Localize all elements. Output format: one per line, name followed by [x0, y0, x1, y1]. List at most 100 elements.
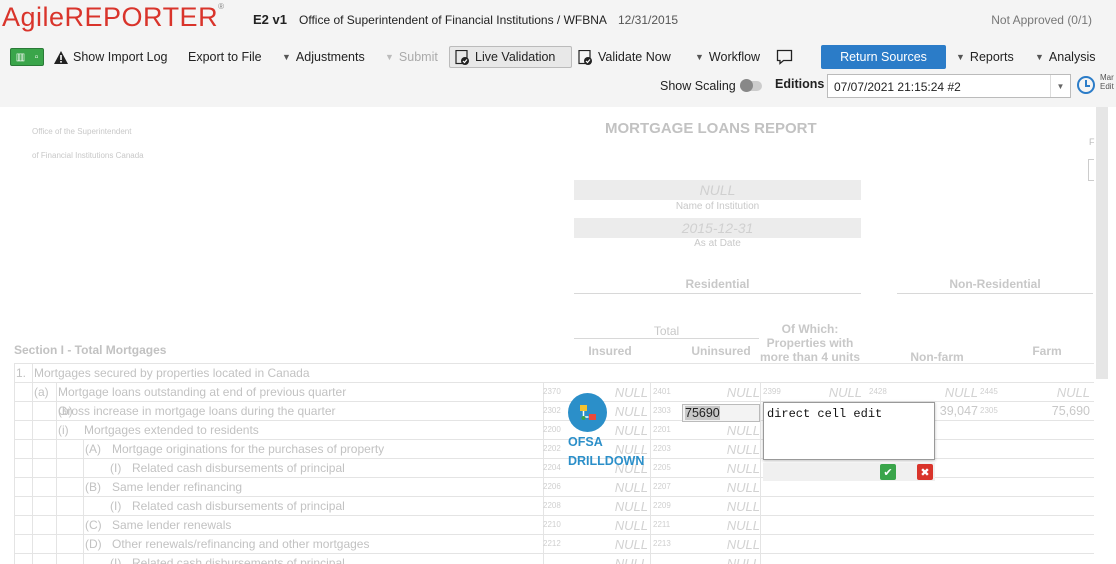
side-fragment: F: [1089, 137, 1095, 147]
field-code: 2200: [543, 425, 561, 434]
cell-value[interactable]: NULL: [1057, 385, 1090, 400]
field-code: 2401: [653, 387, 671, 396]
side-field[interactable]: [1088, 159, 1094, 181]
farm-header: Farm: [1032, 344, 1062, 358]
cell-value[interactable]: 39,047: [940, 404, 978, 418]
caret-down-icon: ▼: [956, 52, 965, 62]
submit-menu[interactable]: ▼ Submit: [385, 49, 438, 65]
live-validation-button[interactable]: Live Validation: [455, 49, 555, 65]
form-header-line1: Office of the Superintendent: [32, 127, 132, 136]
cell-value[interactable]: NULL: [615, 537, 648, 552]
vertical-scrollbar[interactable]: [1096, 107, 1108, 379]
period-end: 12/31/2015: [618, 13, 679, 27]
row-number: (I): [110, 499, 122, 513]
field-code: 2370: [543, 387, 561, 396]
cell-value[interactable]: NULL: [615, 385, 648, 400]
editions-selected-value: 07/07/2021 21:15:24 #2: [834, 80, 961, 94]
app-logo: AgileREPORTER®: [2, 2, 225, 32]
return-sources-button[interactable]: Return Sources: [821, 45, 946, 69]
edit-actions-bar: [763, 463, 935, 481]
validate-now-button[interactable]: Validate Now: [578, 49, 671, 65]
field-code: 2203: [653, 444, 671, 453]
cell-value[interactable]: NULL: [727, 461, 760, 476]
export-to-file-button[interactable]: Export to File: [188, 49, 262, 65]
row-label: Mortgages extended to residents: [84, 423, 259, 437]
field-code: 2428: [869, 387, 887, 396]
cell-value[interactable]: NULL: [727, 518, 760, 533]
report-title: MORTGAGE LOANS REPORT: [605, 120, 817, 137]
row-number: 1.: [16, 366, 27, 380]
editions-select[interactable]: 07/07/2021 21:15:24 #2 ▼: [827, 74, 1071, 98]
drilldown-icon[interactable]: [568, 393, 607, 432]
institution-name-field[interactable]: NULL: [574, 180, 861, 200]
field-code: 2209: [653, 501, 671, 510]
as-at-date-field[interactable]: 2015-12-31: [574, 218, 861, 238]
chevron-down-icon[interactable]: ▼: [1050, 75, 1070, 97]
cell-value[interactable]: NULL: [615, 480, 648, 495]
row-label: Related cash disbursements of principal: [132, 556, 345, 564]
field-code: 2399: [763, 387, 781, 396]
row-number: (B): [85, 480, 101, 494]
cell-value[interactable]: NULL: [615, 518, 648, 533]
cell-value[interactable]: NULL: [615, 404, 648, 419]
row-number: (A): [85, 442, 101, 456]
cell-value[interactable]: NULL: [615, 499, 648, 514]
non-farm-header: Non-farm: [910, 350, 964, 364]
cell-value[interactable]: NULL: [727, 537, 760, 552]
cell-value[interactable]: NULL: [727, 499, 760, 514]
of-which-header: Of Which: Properties with more than 4 un…: [760, 322, 861, 364]
analysis-menu[interactable]: ▼ Analysis: [1035, 49, 1095, 65]
approval-status[interactable]: Not Approved (0/1): [991, 13, 1092, 27]
edit-comment-textarea[interactable]: direct cell edit: [763, 402, 935, 460]
row-number: (a): [34, 385, 49, 399]
show-import-log-button[interactable]: Show Import Log: [54, 49, 168, 65]
row-number: (I): [110, 461, 122, 475]
non-residential-header: Non-Residential: [949, 277, 1041, 291]
cell-value[interactable]: NULL: [945, 385, 978, 400]
warning-icon: [54, 50, 68, 64]
reports-menu[interactable]: ▼ Reports: [956, 49, 1014, 65]
cell-value[interactable]: NULL: [727, 423, 760, 438]
row-label: Mortgage loans outstanding at end of pre…: [58, 385, 347, 399]
cell-value[interactable]: 75,690: [1052, 404, 1090, 418]
cell-value[interactable]: NULL: [829, 385, 862, 400]
field-code: 2206: [543, 482, 561, 491]
field-code: 2201: [653, 425, 671, 434]
cell-value[interactable]: NULL: [727, 385, 760, 400]
row-label: Related cash disbursements of principal: [132, 499, 345, 513]
check-icon[interactable]: ✔: [880, 464, 896, 480]
field-code: 2208: [543, 501, 561, 510]
ofsa-drilldown-label[interactable]: OFSA DRILLDOWN: [568, 433, 648, 471]
lock-icon: ▫: [34, 51, 39, 63]
row-label: Same lender refinancing: [112, 480, 243, 494]
adjustments-menu[interactable]: ▼ Adjustments: [282, 49, 365, 65]
uninsured-edit-cell[interactable]: 75690: [682, 404, 760, 422]
row-label: Other renewals/refinancing and other mor…: [112, 537, 370, 551]
caret-down-icon: ▼: [695, 52, 704, 62]
x-icon[interactable]: ✖: [917, 464, 933, 480]
field-code: 2303: [653, 406, 671, 415]
field-code: 2305: [980, 406, 998, 415]
row-number: (C): [85, 518, 102, 532]
institution-name-caption: Name of Institution: [675, 201, 760, 212]
clock-icon[interactable]: [1077, 76, 1095, 94]
cell-value[interactable]: NULL: [727, 480, 760, 495]
field-code: 2207: [653, 482, 671, 491]
workflow-menu[interactable]: ▼ Workflow: [695, 49, 760, 65]
view-toggle-button[interactable]: ▥ ▫: [10, 48, 44, 66]
field-code: 2210: [543, 520, 561, 529]
cell-value[interactable]: NULL: [615, 556, 648, 564]
comment-icon: [776, 49, 793, 65]
clock-label: Mar Edit: [1100, 73, 1114, 91]
row-label: Gross increase in mortgage loans during …: [58, 404, 336, 418]
caret-down-icon: ▼: [282, 52, 291, 62]
row-number: (i): [58, 423, 69, 437]
cell-value[interactable]: NULL: [727, 442, 760, 457]
cell-value[interactable]: NULL: [727, 556, 760, 564]
comments-button[interactable]: [776, 49, 793, 65]
row-label: Mortgage originations for the purchases …: [112, 442, 385, 456]
return-form: Office of the Superintendent of Financia…: [0, 107, 1116, 564]
field-code: 2302: [543, 406, 561, 415]
show-scaling-toggle[interactable]: [740, 79, 762, 92]
toolbar: ▥ ▫ Show Import Log Export to File ▼ Adjus…: [0, 40, 1116, 107]
